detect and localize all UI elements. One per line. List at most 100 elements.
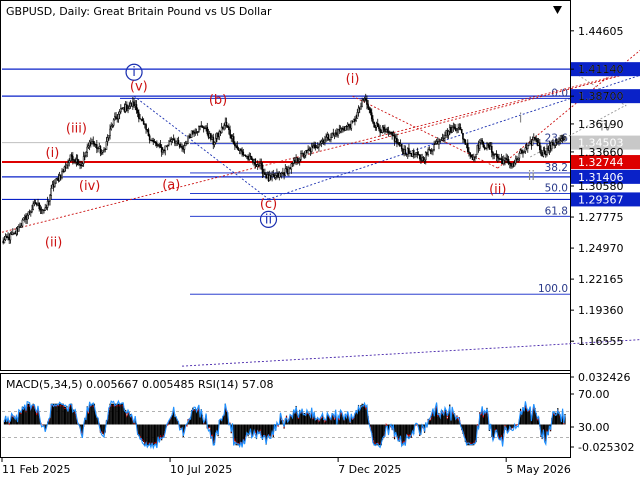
- candle-body: [460, 129, 463, 134]
- candle-body: [27, 211, 30, 216]
- fib-label: 38.2: [545, 162, 568, 174]
- candle-body: [450, 127, 452, 133]
- candle-body: [337, 129, 339, 136]
- chart-title: GBPUSD, Daily: Great Britain Pound vs US…: [6, 5, 272, 18]
- candle-body: [144, 123, 146, 125]
- candle-body: [348, 123, 350, 127]
- candle-body: [45, 207, 48, 209]
- candle-body: [296, 157, 299, 162]
- candle-body: [480, 139, 482, 143]
- candle-body: [300, 153, 302, 160]
- candle-body: [546, 147, 548, 155]
- candle-body: [369, 109, 372, 113]
- candle-body: [310, 145, 313, 152]
- candle-body: [57, 178, 60, 181]
- candle-body: [319, 142, 321, 146]
- price-tick-label: 1.16555: [578, 335, 624, 348]
- candle-body: [140, 118, 143, 120]
- candle-body: [22, 217, 25, 221]
- candle-body: [178, 143, 181, 148]
- candle-body: [291, 162, 294, 165]
- candle-body: [78, 163, 80, 166]
- candle-body: [175, 141, 177, 144]
- candle-body: [19, 226, 21, 228]
- candle-body: [434, 143, 437, 145]
- wave-label: (a): [162, 178, 180, 193]
- candle-body: [193, 131, 195, 134]
- time-tick-label: 7 Dec 2025: [338, 463, 401, 476]
- candle-body: [120, 108, 122, 113]
- candle-body: [252, 159, 254, 163]
- candle-body: [316, 146, 319, 148]
- candle-body: [255, 164, 258, 167]
- candle-body: [153, 141, 156, 143]
- candle-body: [465, 143, 468, 145]
- candle-body: [201, 125, 204, 128]
- candle-body: [76, 158, 79, 166]
- price-tick-label: 1.41140: [578, 63, 624, 76]
- candle-body: [496, 156, 499, 159]
- candle-body: [432, 149, 434, 151]
- candle-body: [127, 108, 129, 111]
- candle-body: [352, 118, 355, 122]
- candle-body: [362, 99, 365, 101]
- candle-body: [171, 138, 174, 140]
- candle-body: [412, 150, 415, 156]
- candle-body: [361, 99, 363, 107]
- candle-body: [327, 134, 330, 140]
- candle-body: [261, 164, 264, 174]
- candle-body: [309, 148, 312, 152]
- candle-body: [414, 153, 416, 156]
- candle-body: [226, 125, 229, 128]
- candle-body: [246, 156, 248, 158]
- candle-body: [510, 162, 512, 167]
- candle-body: [265, 174, 267, 179]
- candle-body: [271, 174, 273, 177]
- candle-body: [283, 172, 285, 176]
- candle-body: [33, 202, 36, 205]
- candle-body: [328, 139, 331, 141]
- candle-body: [393, 135, 396, 142]
- candle-body: [156, 143, 158, 146]
- indicator-axis: 0.032426 70.00 30.00 -0.025302: [570, 371, 634, 454]
- candle-body: [338, 129, 341, 132]
- candle-body: [46, 201, 49, 208]
- candle-body: [75, 158, 78, 163]
- candle-body: [181, 146, 183, 149]
- candle-body: [218, 131, 221, 138]
- candle-body: [235, 145, 237, 147]
- candle-body: [159, 144, 162, 148]
- candle-body: [160, 146, 163, 153]
- wave-label: ii: [265, 212, 272, 227]
- candle-body: [398, 142, 401, 146]
- candle-body: [384, 129, 386, 132]
- candle-body: [336, 132, 338, 136]
- candle-body: [331, 133, 333, 139]
- candle-body: [182, 147, 185, 150]
- candle-body: [495, 153, 498, 157]
- candle-body: [290, 163, 293, 170]
- candle-body: [92, 141, 95, 144]
- candle-body: [490, 145, 493, 153]
- candle-body: [526, 144, 529, 149]
- candle-body: [130, 103, 133, 107]
- candle-body: [253, 158, 255, 163]
- candle-body: [106, 137, 109, 142]
- candle-body: [430, 150, 433, 152]
- candle-body: [472, 156, 475, 161]
- candle-body: [42, 209, 44, 211]
- candle-body: [528, 142, 530, 146]
- price-tick-label: 1.24970: [578, 242, 624, 255]
- candle-body: [459, 127, 462, 130]
- candle-body: [43, 209, 45, 212]
- candle-body: [238, 148, 241, 151]
- candle-body: [464, 139, 467, 145]
- price-tick-label: 1.44605: [578, 25, 624, 38]
- candle-body: [36, 203, 38, 206]
- candle-body: [373, 122, 375, 128]
- candle-body: [426, 152, 428, 155]
- candle-body: [3, 239, 6, 244]
- candle-body: [303, 154, 306, 157]
- candle-body: [549, 145, 552, 150]
- candle-body: [91, 141, 93, 145]
